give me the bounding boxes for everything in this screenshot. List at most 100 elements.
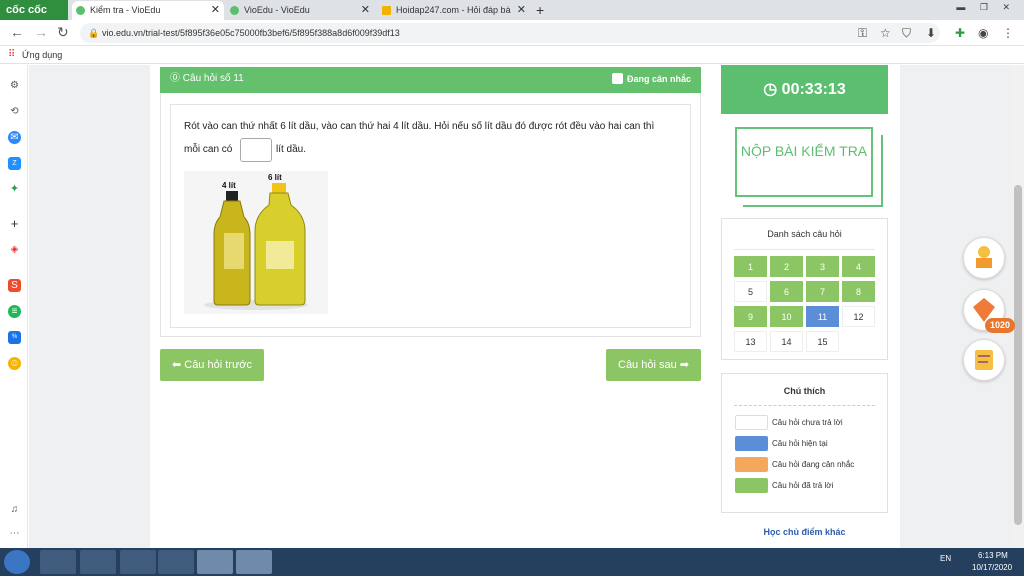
legend-swatch-unanswered	[735, 415, 768, 430]
notes-button[interactable]	[963, 339, 1005, 381]
bottles-svg	[204, 183, 308, 310]
bell-icon[interactable]: ♫	[8, 503, 21, 516]
profile-icon[interactable]: ◉	[978, 26, 988, 40]
close-icon[interactable]: ✕	[211, 1, 220, 20]
timer-value: 00:33:13	[781, 81, 846, 98]
settings-icon[interactable]: ⚙	[8, 79, 21, 92]
download-icon[interactable]: ⬇	[926, 26, 936, 40]
note-icon	[975, 350, 993, 370]
vioedu-favicon-icon	[76, 6, 85, 15]
forward-icon[interactable]: →	[34, 24, 48, 40]
browser-brand[interactable]: cốc cốc	[0, 0, 68, 20]
menu-icon[interactable]: ⋮	[1002, 26, 1014, 40]
new-tab-icon[interactable]: +	[536, 0, 544, 20]
tab-bar: cốc cốc Kiểm tra - VioEdu ✕ VioEdu - Vio…	[0, 0, 1024, 20]
question-cell[interactable]: 8	[842, 281, 875, 302]
lock-icon: 🔒	[88, 28, 100, 38]
flag-label: Đang cân nhắc	[626, 74, 691, 84]
tab-title: Kiểm tra - VioEdu	[90, 5, 161, 15]
trophy-icon	[976, 246, 992, 268]
history-icon[interactable]: ⟲	[8, 105, 21, 118]
bookmark-bar: ⠿ Ứng dụng	[0, 46, 1024, 64]
legend-swatch-answered	[735, 478, 768, 493]
folder-icon[interactable]	[80, 550, 116, 574]
question-cell[interactable]: 3	[806, 256, 839, 277]
puzzle-icon[interactable]: ✚	[955, 26, 965, 40]
submit-test-button[interactable]: NỘP BÀI KIỂM TRA	[735, 127, 883, 207]
messenger-icon[interactable]: ✉	[8, 131, 21, 144]
question-number: Câu hỏi số 11	[182, 73, 244, 84]
next-label: Câu hỏi sau	[618, 359, 677, 371]
divider	[734, 405, 875, 406]
question-cell[interactable]: 1	[734, 256, 767, 277]
question-cell[interactable]: 10	[770, 306, 803, 327]
zalo-icon[interactable]: Z	[8, 157, 21, 170]
prev-question-button[interactable]: ⬅ Câu hỏi trước	[160, 349, 264, 381]
star-icon[interactable]: ☆	[880, 26, 891, 40]
scrollbar-thumb[interactable]	[1014, 185, 1022, 525]
question-cell[interactable]: 5	[734, 281, 767, 302]
next-question-button[interactable]: Câu hỏi sau ➡	[606, 349, 701, 381]
clock-date[interactable]: 10/17/2020	[972, 563, 1012, 572]
key-icon[interactable]: ⚿	[858, 26, 867, 41]
close-icon[interactable]: ✕	[517, 1, 526, 20]
ie-icon[interactable]	[120, 550, 156, 574]
checkbox-icon[interactable]	[611, 73, 623, 84]
apps-grid-icon[interactable]: ⠿	[8, 46, 15, 64]
language-indicator[interactable]: EN	[940, 554, 951, 563]
coupon-icon[interactable]: %	[8, 331, 21, 344]
back-icon[interactable]: ←	[10, 24, 24, 40]
legend-label: Câu hỏi đã trả lời	[772, 481, 834, 490]
tool-icon[interactable]: ◈	[8, 243, 21, 256]
answer-input[interactable]	[240, 138, 272, 162]
close-icon[interactable]: ✕	[361, 1, 370, 20]
question-cell[interactable]: 9	[734, 306, 767, 327]
question-text: Rót vào can thứ nhất 6 lít dầu, vào can …	[184, 121, 655, 132]
question-cell[interactable]: 11	[806, 306, 839, 327]
question-cell[interactable]: 12	[842, 306, 875, 327]
shopee-icon[interactable]: S	[8, 279, 21, 292]
tab-title: Hoidap247.com - Hỏi đáp bà	[396, 5, 511, 15]
vioedu-favicon-icon	[230, 6, 239, 15]
legend-label: Câu hỏi hiện tại	[772, 439, 828, 448]
shield-icon[interactable]: ⛉	[902, 26, 911, 41]
gems-count: 1020	[985, 318, 1015, 333]
tab-title: VioEdu - VioEdu	[244, 5, 310, 15]
question-cell[interactable]: 15	[806, 331, 839, 352]
reload-icon[interactable]: ↻	[57, 24, 69, 41]
add-icon[interactable]: +	[8, 217, 21, 230]
address-bar[interactable]: 🔒 vio.edu.vn/trial-test/5f895f36e05c7500…	[80, 23, 940, 43]
bookmark-apps[interactable]: Ứng dụng	[22, 50, 62, 60]
chrome-icon[interactable]	[158, 550, 194, 574]
start-button[interactable]	[4, 550, 30, 574]
question-cell[interactable]: 2	[770, 256, 803, 277]
question-cell[interactable]: 4	[842, 256, 875, 277]
tab-kiem-tra[interactable]: Kiểm tra - VioEdu ✕	[72, 1, 224, 20]
window-controls[interactable]: ▬ ❐ ✕	[956, 2, 1016, 13]
more-icon[interactable]: ⋯	[8, 527, 21, 540]
arrow-right-icon: ➡	[676, 359, 689, 371]
small-bottle-label: 4 lít	[222, 181, 236, 190]
question-cell[interactable]: 7	[806, 281, 839, 302]
question-cell[interactable]: 6	[770, 281, 803, 302]
zalo-taskbar-icon[interactable]	[236, 550, 272, 574]
tab-hoidap[interactable]: Hoidap247.com - Hỏi đáp bà ✕	[378, 1, 530, 20]
more-topics-link[interactable]: Học chủ điểm khác	[721, 527, 888, 537]
clock-time[interactable]: 6:13 PM	[978, 551, 1008, 560]
legend-panel: Chú thích Câu hỏi chưa trả lời Câu hỏi h…	[721, 373, 888, 513]
question-text-suffix: lít dầu.	[276, 144, 307, 155]
clock-icon: ◷	[763, 81, 782, 98]
game-icon[interactable]: ✦	[8, 183, 21, 196]
mascot-icon[interactable]: ☺	[8, 357, 21, 370]
spotify-icon[interactable]: ≡	[8, 305, 21, 318]
leaderboard-button[interactable]	[963, 237, 1005, 279]
page-scrollbar[interactable]	[1012, 65, 1024, 548]
question-cell[interactable]: 14	[770, 331, 803, 352]
question-text-prefix: mỗi can có	[184, 144, 233, 155]
tab-vioedu[interactable]: VioEdu - VioEdu ✕	[226, 1, 374, 20]
question-cell[interactable]: 13	[734, 331, 767, 352]
coccoc-taskbar-icon[interactable]	[197, 550, 233, 574]
flag-checkbox[interactable]: Đang cân nhắc	[611, 67, 691, 91]
media-player-icon[interactable]	[40, 550, 76, 574]
legend-label: Câu hỏi chưa trả lời	[772, 418, 843, 427]
